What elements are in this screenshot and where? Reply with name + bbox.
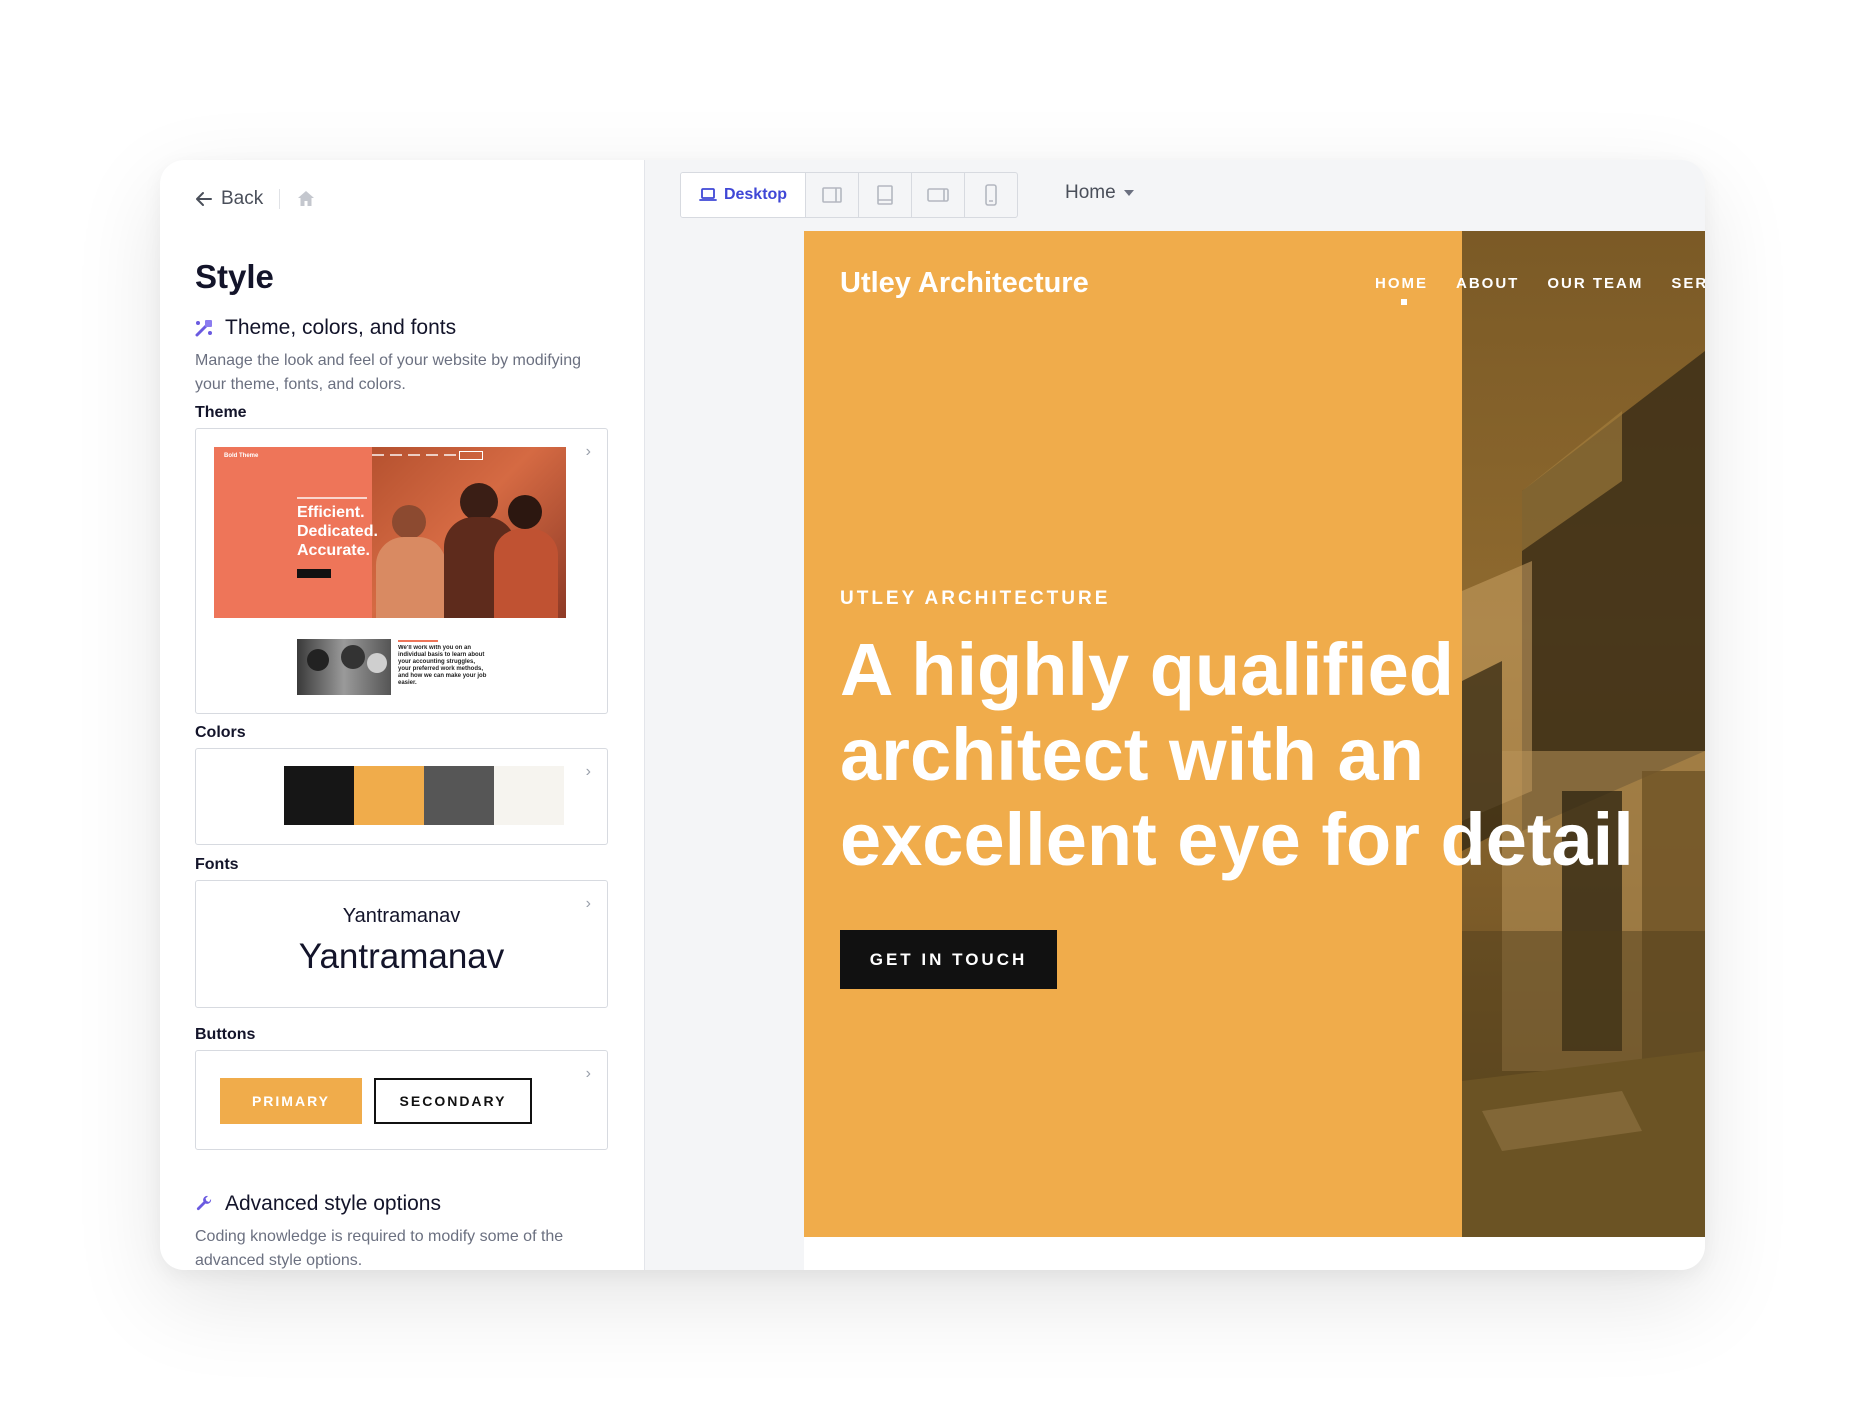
nav-our-team[interactable]: OUR TEAM <box>1547 275 1643 292</box>
wrench-icon <box>196 1195 212 1211</box>
tablet-landscape-icon <box>822 187 842 203</box>
wide-tablet-icon <box>927 188 949 202</box>
site-logo[interactable]: Utley Architecture <box>840 267 1089 300</box>
tablet-icon <box>877 185 893 205</box>
theme-preview-body: We'll work with you on an individual bas… <box>398 645 487 686</box>
primary-button-sample: PRIMARY <box>220 1078 362 1124</box>
theme-section-heading: Theme, colors, and fonts <box>195 316 456 340</box>
nav-services[interactable]: SERV <box>1671 275 1705 292</box>
theme-preview-headline: Efficient. Dedicated. Accurate. <box>297 504 378 559</box>
advanced-section-heading: Advanced style options <box>195 1192 441 1216</box>
nav-divider <box>279 189 281 209</box>
wide-tablet-view-button[interactable] <box>911 173 964 217</box>
buttons-label: Buttons <box>195 1026 256 1043</box>
theme-card[interactable]: Bold Theme Efficient. Dedicated. Accurat… <box>195 428 608 714</box>
site-nav: HOME ABOUT OUR TEAM SERV <box>1375 275 1705 292</box>
secondary-button-sample: SECONDARY <box>374 1078 532 1124</box>
desktop-view-button[interactable]: Desktop <box>681 173 805 217</box>
colors-label: Colors <box>195 724 246 741</box>
desktop-view-label: Desktop <box>723 186 788 203</box>
theme-section-title: Theme, colors, and fonts <box>225 316 457 339</box>
advanced-section-description: Coding knowledge is required to modify s… <box>195 1228 564 1269</box>
mobile-icon <box>985 184 997 206</box>
caret-down-icon <box>1123 190 1134 196</box>
theme-label: Theme <box>195 404 247 421</box>
arrow-left-icon <box>196 192 212 206</box>
color-swatch <box>424 766 494 825</box>
color-swatch <box>354 766 424 825</box>
tablet-view-button[interactable] <box>858 173 911 217</box>
home-icon[interactable] <box>296 189 316 209</box>
mobile-view-button[interactable] <box>964 173 1017 217</box>
buttons-card[interactable]: PRIMARY SECONDARY › <box>195 1050 608 1150</box>
page-title: Style <box>195 258 274 295</box>
color-swatches <box>284 766 564 825</box>
theme-preview-eyebrow <box>297 497 367 499</box>
nav-about[interactable]: ABOUT <box>1456 275 1519 292</box>
hero-eyebrow: UTLEY ARCHITECTURE <box>840 588 1111 609</box>
colors-card[interactable]: › <box>195 748 608 845</box>
theme-preview-photo <box>372 447 566 618</box>
color-swatch <box>284 766 354 825</box>
tablet-landscape-view-button[interactable] <box>805 173 858 217</box>
theme-section-description: Manage the look and feel of your website… <box>195 352 582 393</box>
theme-preview-eyebrow-2 <box>398 640 438 642</box>
panel-nav: Back <box>195 184 316 214</box>
nav-home[interactable]: HOME <box>1375 275 1428 292</box>
fonts-label: Fonts <box>195 856 239 873</box>
palette-icon <box>195 320 212 337</box>
page-selector[interactable]: Home <box>1065 182 1134 204</box>
fonts-card[interactable]: Yantramanav Yantramanav › <box>195 880 608 1008</box>
active-nav-indicator <box>1401 299 1407 305</box>
chevron-right-icon: › <box>585 1065 591 1082</box>
theme-preview-nav <box>372 454 456 456</box>
hero-headline: A highly qualified architect with an exc… <box>840 628 1634 881</box>
chevron-right-icon: › <box>585 895 591 912</box>
page-selector-label: Home <box>1065 182 1116 203</box>
theme-preview-hero: Bold Theme Efficient. Dedicated. Accurat… <box>214 447 566 618</box>
editor-window: Back Style Theme, colors, and fonts Mana… <box>160 160 1705 1270</box>
theme-preview-nav-button <box>459 451 483 460</box>
style-panel: Back Style Theme, colors, and fonts Mana… <box>160 160 645 1270</box>
get-in-touch-button[interactable]: GET IN TOUCH <box>840 930 1057 989</box>
back-button[interactable]: Back <box>195 188 263 210</box>
hero-section: Utley Architecture HOME ABOUT OUR TEAM S… <box>804 231 1705 1237</box>
laptop-icon <box>699 188 717 201</box>
color-swatch <box>494 766 564 825</box>
chevron-right-icon: › <box>585 443 591 460</box>
advanced-section-title: Advanced style options <box>225 1192 441 1215</box>
theme-preview-team-photo <box>297 639 391 695</box>
body-font-sample: Yantramanav <box>342 905 461 927</box>
theme-preview-logo: Bold Theme <box>224 453 259 459</box>
device-toolbar: Desktop <box>680 172 1018 218</box>
site-preview[interactable]: Utley Architecture HOME ABOUT OUR TEAM S… <box>804 231 1705 1270</box>
chevron-right-icon: › <box>585 763 591 780</box>
heading-font-sample: Yantramanav <box>298 937 505 976</box>
back-label: Back <box>221 188 264 209</box>
theme-preview-cta <box>297 569 331 578</box>
